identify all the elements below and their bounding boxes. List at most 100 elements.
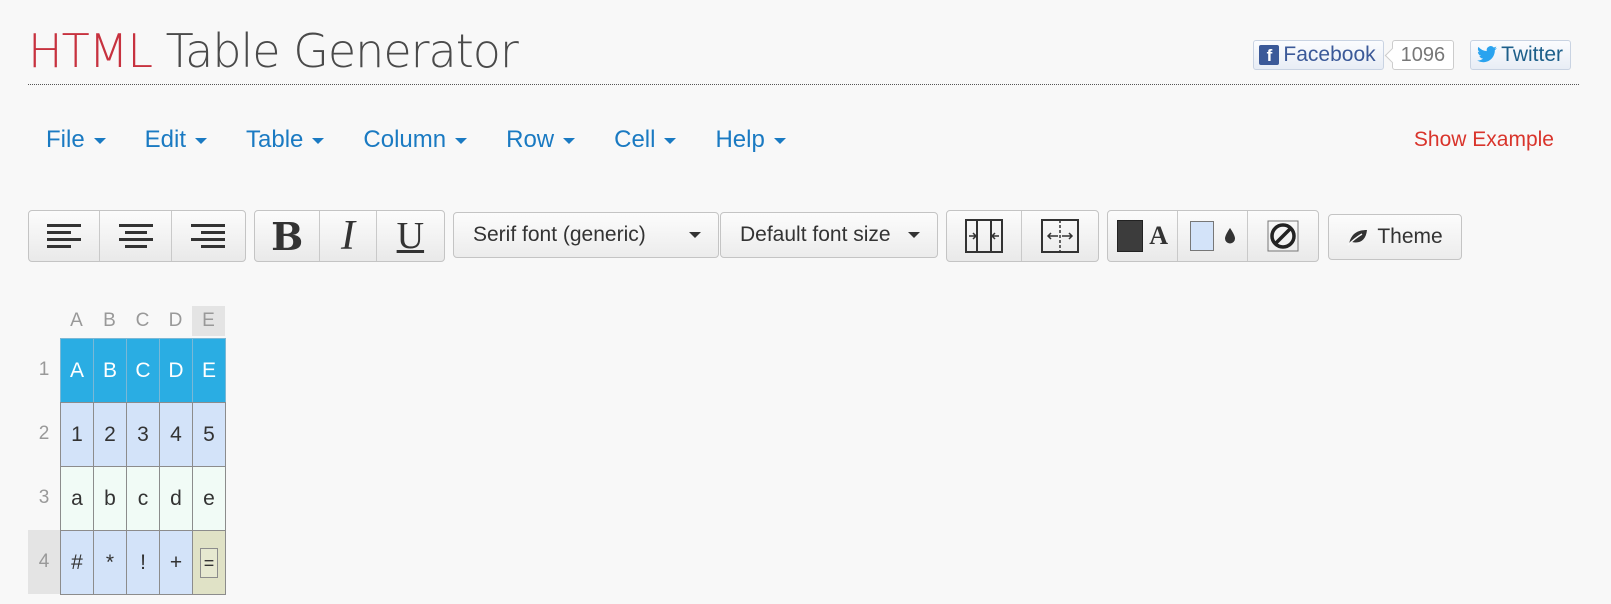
leaf-icon bbox=[1347, 230, 1368, 246]
table-cell[interactable]: d bbox=[159, 466, 193, 531]
table-cell[interactable]: 5 bbox=[192, 402, 226, 467]
twitter-share-button[interactable]: Twitter bbox=[1470, 40, 1571, 70]
split-cells-icon bbox=[1041, 219, 1079, 253]
table-cell[interactable]: e bbox=[192, 466, 226, 531]
menu-row-label: Row bbox=[506, 126, 555, 153]
underline-button[interactable]: U bbox=[377, 211, 444, 261]
selected-table-cell[interactable]: = bbox=[192, 530, 226, 595]
table-cell[interactable]: 1 bbox=[60, 402, 94, 467]
split-cells-button[interactable] bbox=[1022, 211, 1098, 261]
facebook-share-button[interactable]: f Facebook bbox=[1253, 40, 1384, 70]
show-example-link[interactable]: Show Example bbox=[1414, 128, 1554, 152]
main-menu: File Edit Table Column Row Cell Help bbox=[46, 126, 825, 154]
italic-icon: I bbox=[341, 213, 356, 259]
no-border-icon bbox=[1267, 220, 1299, 252]
merge-split-group bbox=[946, 210, 1099, 262]
facebook-label: Facebook bbox=[1283, 43, 1376, 66]
theme-button[interactable]: Theme bbox=[1328, 214, 1462, 260]
color-group: A bbox=[1107, 210, 1319, 262]
table-cell[interactable]: C bbox=[126, 338, 160, 403]
caret-down-icon bbox=[93, 138, 106, 144]
caret-down-icon bbox=[312, 138, 325, 144]
text-style-group: B I U bbox=[254, 210, 445, 262]
table-cell[interactable]: E bbox=[192, 338, 226, 403]
table-cell[interactable]: D bbox=[159, 338, 193, 403]
font-size-value: Default font size bbox=[740, 223, 891, 246]
align-left-icon bbox=[47, 224, 82, 248]
table-cell[interactable]: ! bbox=[126, 530, 160, 595]
cell-editor-input[interactable]: = bbox=[199, 547, 219, 578]
menu-file[interactable]: File bbox=[46, 126, 106, 154]
menu-file-label: File bbox=[46, 126, 85, 153]
table-cell[interactable]: B bbox=[93, 338, 127, 403]
facebook-icon: f bbox=[1259, 45, 1280, 65]
font-family-select[interactable]: Serif font (generic) bbox=[453, 212, 719, 258]
column-header-d[interactable]: D bbox=[159, 306, 192, 336]
font-family-value: Serif font (generic) bbox=[473, 223, 646, 246]
text-color-button[interactable]: A bbox=[1108, 211, 1179, 261]
table-cell[interactable]: c bbox=[126, 466, 160, 531]
menu-column-label: Column bbox=[363, 126, 447, 153]
row-header-3[interactable]: 3 bbox=[28, 466, 60, 530]
column-header-c[interactable]: C bbox=[126, 306, 159, 336]
align-right-button[interactable] bbox=[172, 211, 245, 261]
italic-button[interactable]: I bbox=[320, 211, 377, 261]
table-cell[interactable]: # bbox=[60, 530, 94, 595]
menu-column[interactable]: Column bbox=[363, 126, 468, 154]
caret-down-icon bbox=[689, 232, 701, 238]
menu-edit[interactable]: Edit bbox=[144, 126, 208, 154]
table-cell[interactable]: + bbox=[159, 530, 193, 595]
table-cell[interactable]: A bbox=[60, 338, 94, 403]
table-cell[interactable]: b bbox=[93, 466, 127, 531]
menu-table-label: Table bbox=[246, 126, 304, 153]
menu-help-label: Help bbox=[715, 126, 765, 153]
column-header-a[interactable]: A bbox=[60, 306, 93, 336]
caret-down-icon bbox=[195, 138, 208, 144]
align-left-button[interactable] bbox=[29, 211, 101, 261]
page-title-accent: HTML bbox=[28, 24, 153, 78]
twitter-label: Twitter bbox=[1501, 43, 1563, 66]
font-size-select[interactable]: Default font size bbox=[720, 212, 938, 258]
caret-down-icon bbox=[773, 138, 786, 144]
menu-edit-label: Edit bbox=[144, 126, 187, 153]
caret-down-icon bbox=[455, 138, 468, 144]
page-title-rest: Table Generator bbox=[165, 24, 519, 78]
menu-cell-label: Cell bbox=[614, 126, 656, 153]
align-center-icon bbox=[118, 224, 153, 248]
bold-icon: B bbox=[271, 213, 304, 259]
text-color-icon: A bbox=[1149, 221, 1169, 250]
row-header-1[interactable]: 1 bbox=[28, 338, 60, 402]
bold-button[interactable]: B bbox=[255, 211, 321, 261]
merge-cells-icon bbox=[965, 219, 1003, 253]
merge-cells-button[interactable] bbox=[947, 211, 1023, 261]
underline-icon: U bbox=[396, 215, 425, 257]
column-header-b[interactable]: B bbox=[93, 306, 126, 336]
caret-down-icon bbox=[563, 138, 576, 144]
table-cell[interactable]: 2 bbox=[93, 402, 127, 467]
theme-label: Theme bbox=[1377, 225, 1443, 248]
background-color-swatch bbox=[1189, 221, 1214, 251]
page-title: HTML Table Generator bbox=[28, 24, 519, 78]
caret-down-icon bbox=[664, 138, 677, 144]
page-header: HTML Table Generator f Facebook 1096 Twi… bbox=[28, 18, 1579, 85]
social-buttons: f Facebook 1096 Twitter bbox=[1253, 40, 1571, 70]
no-border-button[interactable] bbox=[1248, 211, 1318, 261]
twitter-bird-icon bbox=[1477, 46, 1498, 63]
menu-table[interactable]: Table bbox=[246, 126, 325, 154]
column-header-e[interactable]: E bbox=[192, 306, 225, 336]
background-color-button[interactable] bbox=[1178, 211, 1248, 261]
table-cell[interactable]: * bbox=[93, 530, 127, 595]
table-cell[interactable]: a bbox=[60, 466, 94, 531]
row-header-4[interactable]: 4 bbox=[28, 530, 60, 594]
background-color-icon bbox=[1224, 228, 1235, 244]
menu-help[interactable]: Help bbox=[715, 126, 786, 154]
menu-row[interactable]: Row bbox=[506, 126, 576, 154]
align-center-button[interactable] bbox=[100, 211, 172, 261]
table-cell[interactable]: 3 bbox=[126, 402, 160, 467]
text-color-swatch bbox=[1117, 220, 1144, 252]
facebook-share-count: 1096 bbox=[1391, 40, 1455, 70]
alignment-group bbox=[28, 210, 246, 262]
row-header-2[interactable]: 2 bbox=[28, 402, 60, 466]
table-cell[interactable]: 4 bbox=[159, 402, 193, 467]
menu-cell[interactable]: Cell bbox=[614, 126, 677, 154]
